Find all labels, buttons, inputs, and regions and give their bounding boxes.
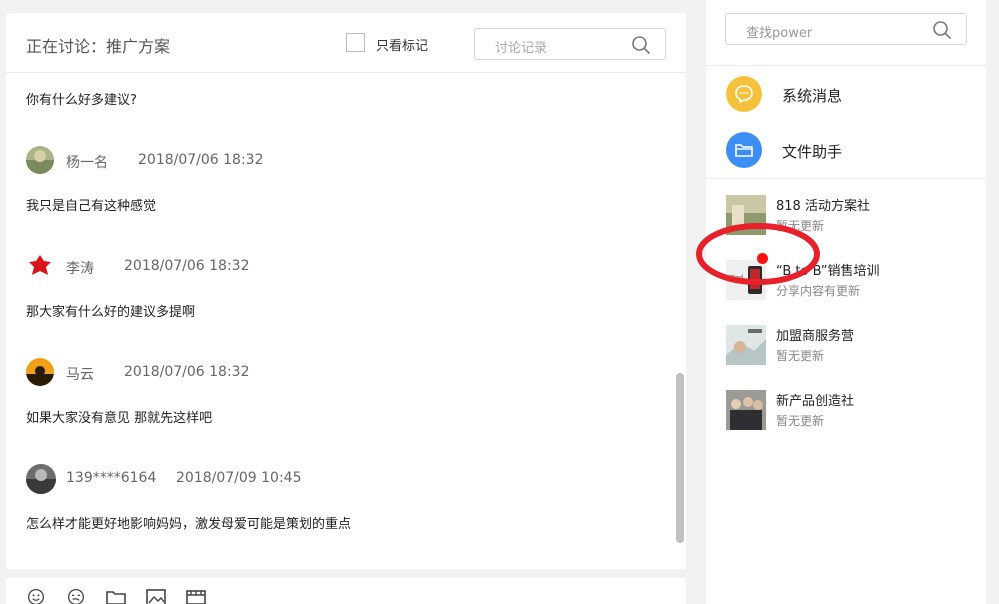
mark-only-label[interactable]: 只看标记 (376, 35, 428, 54)
message-text: 那大家有什么好的建议多提啊 (26, 305, 196, 320)
group-item[interactable]: 新产品创造社 暂无更新 (726, 390, 976, 430)
chat-title: 正在讨论：推广方案 (26, 37, 171, 56)
message-header: 马云 2018/07/06 18:32 (26, 358, 526, 388)
avatar[interactable] (26, 146, 54, 174)
message-header: 李涛 2018/07/06 18:32 (26, 252, 526, 282)
chat-panel: 正在讨论：推广方案 只看标记 讨论记录 你有什么好多建议? 杨一名 2018/0… (6, 13, 686, 569)
folder-icon (726, 132, 762, 168)
chat-header: 正在讨论：推广方案 只看标记 讨论记录 (6, 13, 686, 73)
message-list: 你有什么好多建议? 杨一名 2018/07/06 18:32 我只是自己有这种感… (6, 74, 686, 569)
message-author: 马云 (66, 367, 94, 383)
message-author: 李涛 (66, 261, 94, 277)
message-time: 2018/07/09 10:45 (176, 470, 302, 486)
folder-icon[interactable] (105, 588, 127, 604)
group-item[interactable]: 加盟商服务营 暂无更新 (726, 325, 976, 365)
history-search-placeholder: 讨论记录 (495, 41, 548, 56)
mark-only-checkbox[interactable] (346, 33, 365, 52)
system-messages-label: 系统消息 (782, 87, 843, 105)
group-name: 新产品创造社 (776, 394, 855, 409)
divider (706, 65, 986, 66)
message-text: 如果大家没有意见 那就先这样吧 (26, 411, 213, 426)
avatar[interactable] (26, 358, 54, 386)
sticker-icon[interactable] (65, 588, 87, 604)
message-time: 2018/07/06 18:32 (124, 258, 250, 274)
chat-toolbar (6, 578, 686, 604)
group-thumbnail (726, 390, 766, 430)
search-icon[interactable] (932, 20, 952, 40)
file-assistant-item[interactable]: 文件助手 (726, 132, 966, 168)
group-thumbnail (726, 325, 766, 365)
message-time: 2018/07/06 18:32 (138, 152, 264, 168)
avatar[interactable] (26, 252, 54, 280)
sidebar-search-placeholder: 查找power (746, 26, 813, 41)
message-text: 我只是自己有这种感觉 (26, 199, 157, 214)
divider (706, 178, 986, 179)
file-assistant-label: 文件助手 (782, 143, 843, 161)
annotation-ellipse (696, 223, 820, 285)
message-header: 杨一名 2018/07/06 18:32 (26, 146, 526, 176)
group-name: 818 活动方案社 (776, 199, 870, 214)
chat-bubble-icon (726, 76, 762, 112)
history-search-input[interactable]: 讨论记录 (474, 28, 666, 60)
image-icon[interactable] (145, 588, 167, 604)
message-header: 139****6164 2018/07/09 10:45 (26, 464, 526, 494)
group-status: 暂无更新 (776, 414, 825, 428)
message-text: 你有什么好多建议? (26, 93, 137, 108)
message-author: 139****6164 (66, 470, 157, 486)
message-text: 怎么样才能更好地影响妈妈，激发母爱可能是策划的重点 (26, 517, 352, 532)
sidebar-search-input[interactable]: 查找power (725, 13, 967, 45)
message-time: 2018/07/06 18:32 (124, 364, 250, 380)
group-name: 加盟商服务营 (776, 329, 855, 344)
scrollbar[interactable] (676, 373, 684, 543)
smiley-icon[interactable] (25, 588, 47, 604)
sidebar: 查找power 系统消息 文件助手 818 活动方案社 暂无更新 iPad “B… (706, 0, 986, 604)
video-icon[interactable] (185, 588, 207, 604)
system-messages-item[interactable]: 系统消息 (726, 76, 966, 112)
search-icon[interactable] (631, 35, 651, 55)
group-status: 暂无更新 (776, 349, 825, 363)
message-author: 杨一名 (66, 155, 108, 171)
avatar[interactable] (26, 464, 56, 494)
